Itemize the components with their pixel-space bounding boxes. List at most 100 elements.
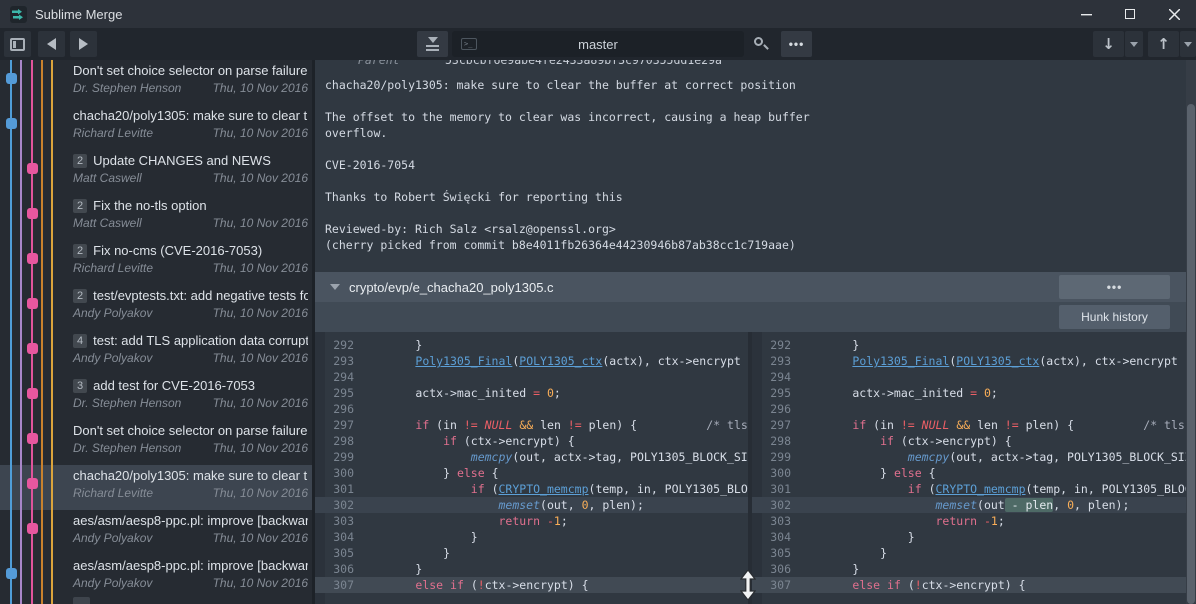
commit-date: Thu, 10 Nov 2016 [213, 306, 308, 320]
diff-line[interactable]: 307 else if (!ctx->encrypt) { [315, 577, 748, 593]
commit-row[interactable]: 2Fix the no-tls optionMatt CaswellThu, 1… [0, 195, 312, 240]
code-line: Poly1305_Final(POLY1305_ctx(actx), ctx->… [797, 353, 1186, 369]
diff-line[interactable]: 295 actx->mac_inited = 0; [315, 385, 748, 401]
line-number: 298 [763, 433, 791, 449]
commit-row[interactable]: Don't set choice selector on parse failu… [0, 60, 312, 105]
sidebar-toggle-button[interactable] [4, 31, 31, 57]
push-button[interactable]: ↑ [1148, 31, 1179, 57]
commit-detail-pane: Parent 53cbcbf6e9abe4fe2433a89bf3c970355… [315, 60, 1196, 604]
diff-line[interactable]: 303 return -1; [752, 513, 1186, 529]
commit-date: Thu, 10 Nov 2016 [213, 216, 308, 230]
search-button[interactable] [753, 36, 769, 52]
diff-line[interactable]: 305 } [752, 545, 1186, 561]
diff-line[interactable]: 306 } [752, 561, 1186, 577]
forward-button[interactable] [70, 31, 97, 57]
diff-line[interactable]: 302 memset(out - plen, 0, plen); [752, 497, 1186, 513]
diff-line[interactable]: 292 } [315, 337, 748, 353]
commit-count-badge: 4 [73, 334, 87, 348]
terminal-icon: >_ [461, 38, 477, 50]
commit-row[interactable]: 2Update CHANGES and NEWSMatt CaswellThu,… [0, 150, 312, 195]
line-number: 293 [763, 353, 791, 369]
back-button[interactable] [38, 31, 65, 57]
ellipsis-icon: ••• [789, 39, 805, 49]
code-line: memcpy(out, actx->tag, POLY1305_BLOCK_SI… [797, 449, 1186, 465]
commit-title: 2Update CHANGES and NEWS [73, 153, 308, 168]
code-line: } [797, 561, 1186, 577]
diff-line[interactable]: 307 else if (!ctx->encrypt) { [752, 577, 1186, 593]
code-line: memcpy(out, actx->tag, POLY1305_BLOCK_SI… [360, 449, 748, 465]
diff-line[interactable]: 297 if (in != NULL && len != plen) { /* … [315, 417, 748, 433]
diff-line[interactable]: 293 Poly1305_Final(POLY1305_ctx(actx), c… [752, 353, 1186, 369]
diff-line[interactable]: 300 } else { [315, 465, 748, 481]
resize-cursor [740, 570, 756, 604]
diff-line[interactable]: 304 } [752, 529, 1186, 545]
pull-icon: ↓ [1102, 35, 1115, 53]
pull-options-button[interactable] [1125, 31, 1143, 57]
vertical-scrollbar-thumb[interactable] [1187, 104, 1195, 604]
diff-line[interactable]: 294 [315, 369, 748, 385]
commit-count-badge: 3 [73, 379, 87, 393]
diff-line[interactable]: 298 if (ctx->encrypt) { [315, 433, 748, 449]
app-logo-icon [10, 6, 27, 23]
commit-row[interactable]: 4test: add TLS application data corrupti… [0, 330, 312, 375]
commit-row[interactable]: 2Fix no-cms (CVE-2016-7053)Richard Levit… [0, 240, 312, 285]
commit-author: Andy Polyakov [73, 531, 152, 545]
diff-line[interactable]: 297 if (in != NULL && len != plen) { /* … [752, 417, 1186, 433]
diff-line[interactable]: 305 } [315, 545, 748, 561]
pull-button[interactable]: ↓ [1093, 31, 1124, 57]
diff-line[interactable]: 306 } [315, 561, 748, 577]
toolbar-more-button[interactable]: ••• [781, 31, 812, 57]
vertical-scrollbar-track[interactable] [1186, 60, 1196, 604]
commit-row[interactable]: 3add test for CVE-2016-7053Dr. Stephen H… [0, 375, 312, 420]
line-number: 295 [326, 385, 354, 401]
commit-row[interactable]: chacha20/poly1305: make sure to clear th… [0, 105, 312, 150]
line-number: 298 [326, 433, 354, 449]
commit-row[interactable]: aes/asm/aesp8-ppc.pl: improve [backward]… [0, 510, 312, 555]
diff-line[interactable]: 304 } [315, 529, 748, 545]
code-line: } else { [797, 465, 1186, 481]
line-number: 294 [763, 369, 791, 385]
commit-row[interactable]: aes/asm/aesp8-ppc.pl: improve [backward]… [0, 555, 312, 600]
diff-line[interactable]: 296 [315, 401, 748, 417]
diff-line[interactable]: 294 [752, 369, 1186, 385]
commit-button[interactable] [417, 31, 448, 57]
diff-line[interactable]: 302 memset(out, 0, plen); [315, 497, 748, 513]
diff-line[interactable]: 301 if (CRYPTO_memcmp(temp, in, POLY1305… [315, 481, 748, 497]
file-header[interactable]: crypto/evp/e_chacha20_poly1305.c ••• [315, 272, 1186, 302]
line-number: 292 [326, 337, 354, 353]
command-palette-input[interactable]: >_ master [452, 31, 744, 57]
maximize-button[interactable] [1108, 0, 1152, 28]
line-number: 304 [326, 529, 354, 545]
commit-graph-dot [27, 253, 38, 264]
close-button[interactable] [1152, 0, 1196, 28]
diff-line[interactable]: 295 actx->mac_inited = 0; [752, 385, 1186, 401]
diff-line[interactable]: 292 } [752, 337, 1186, 353]
line-number: 300 [326, 465, 354, 481]
commit-author: Dr. Stephen Henson [73, 396, 181, 410]
push-options-button[interactable] [1180, 31, 1196, 57]
commit-row[interactable]: 2test/evptests.txt: add negative tests f… [0, 285, 312, 330]
diff-view: 292 }293 Poly1305_Final(POLY1305_ctx(act… [315, 332, 1196, 604]
commit-title: 2Fix no-cms (CVE-2016-7053) [73, 243, 308, 258]
minimize-button[interactable] [1064, 0, 1108, 28]
chevron-down-icon [1184, 42, 1192, 47]
collapse-triangle-icon[interactable] [330, 284, 340, 290]
commit-author: Dr. Stephen Henson [73, 81, 181, 95]
parent-hash[interactable]: 53cbcbf6e9abe4fe2433a89bf3c970355dd1e29a [445, 60, 722, 67]
diff-line[interactable]: 299 memcpy(out, actx->tag, POLY1305_BLOC… [315, 449, 748, 465]
file-more-button[interactable]: ••• [1059, 275, 1170, 299]
diff-line[interactable]: 293 Poly1305_Final(POLY1305_ctx(actx), c… [315, 353, 748, 369]
diff-line[interactable]: 300 } else { [752, 465, 1186, 481]
diff-line[interactable]: 298 if (ctx->encrypt) { [752, 433, 1186, 449]
diff-line[interactable]: 301 if (CRYPTO_memcmp(temp, in, POLY1305… [752, 481, 1186, 497]
hunk-history-button[interactable]: Hunk history [1059, 305, 1170, 329]
diff-line[interactable]: 299 memcpy(out, actx->tag, POLY1305_BLOC… [752, 449, 1186, 465]
diff-line[interactable]: 296 [752, 401, 1186, 417]
diff-line[interactable]: 303 return -1; [315, 513, 748, 529]
commit-graph-dot [27, 208, 38, 219]
commit-count-badge: 2 [73, 154, 87, 168]
commit-date: Thu, 10 Nov 2016 [213, 486, 308, 500]
commit-row[interactable]: chacha20/poly1305: make sure to clear th… [0, 465, 312, 510]
commit-row[interactable]: Don't set choice selector on parse failu… [0, 420, 312, 465]
sidebar-toggle-icon [10, 38, 25, 51]
